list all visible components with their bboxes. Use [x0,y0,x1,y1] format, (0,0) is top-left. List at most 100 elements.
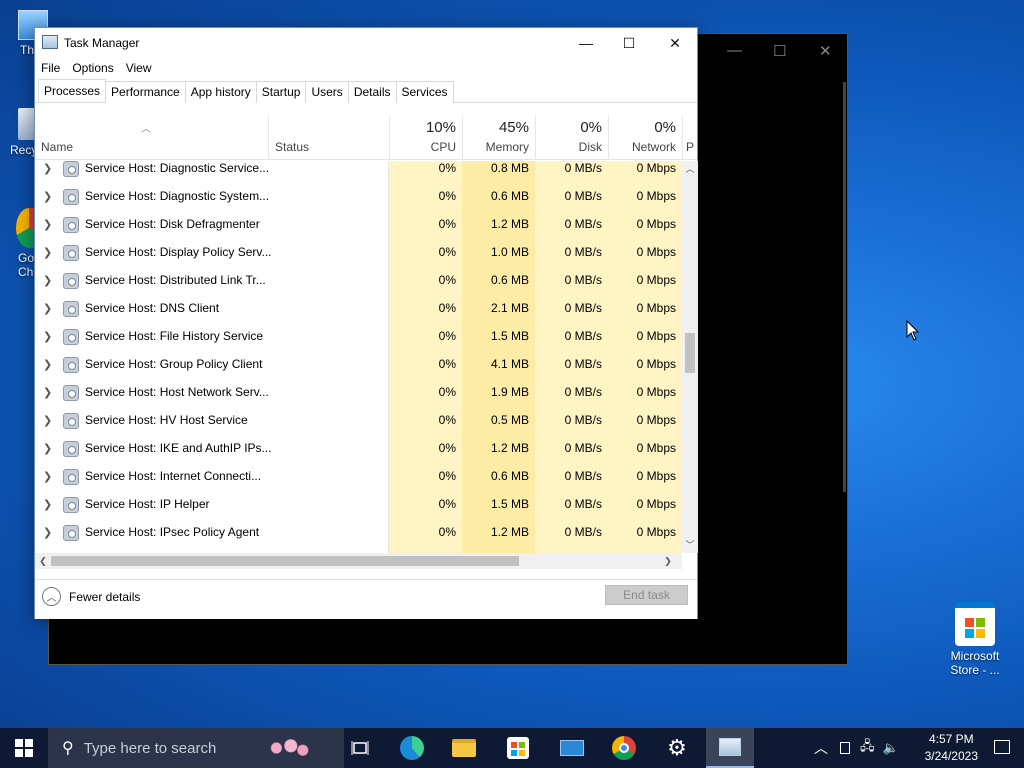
column-power[interactable]: P [682,116,698,160]
process-row[interactable]: ❯ Service Host: Distributed Link Tr... 0% 0… [35,267,682,295]
chevron-right-icon[interactable]: ❯ [43,330,52,343]
vertical-scrollbar[interactable]: ︿ ﹀ [682,161,698,553]
memory-cell: 1.2 MB [490,217,529,231]
process-row[interactable]: ❯ Service Host: File History Service 0% 1.5… [35,323,682,351]
microsoft-store-icon [955,602,995,646]
task-manager-icon [719,738,741,756]
store-button[interactable] [494,728,542,768]
cpu-cell: 0% [438,413,456,427]
task-manager-taskbar-button[interactable] [706,728,754,768]
chrome-button[interactable] [600,728,648,768]
minimize-icon[interactable]: — [727,42,742,59]
minimize-button[interactable]: — [563,28,609,58]
tab-users[interactable]: Users [305,81,349,103]
chevron-right-icon[interactable]: ❯ [43,414,52,427]
column-cpu[interactable]: 10% CPU [389,116,462,160]
process-row[interactable]: ❯ Service Host: IP Helper 0% 1.5 MB 0 MB/s 0 … [35,491,682,519]
desktop-icon-microsoft-store[interactable]: Microsoft Store - ... [940,602,1010,677]
fewer-details-label: Fewer details [69,589,141,604]
menu-options[interactable]: Options [66,58,119,78]
tab-performance[interactable]: Performance [105,81,186,103]
memory-cell: 1.2 MB [490,441,529,455]
scroll-left-icon[interactable]: ❮ [35,553,51,569]
memory-cell: 1.2 MB [490,525,529,539]
network-icon[interactable]: 🖧 [860,737,875,759]
scroll-down-icon[interactable]: ﹀ [682,537,698,553]
column-disk[interactable]: 0% Disk [535,116,608,160]
chevron-right-icon[interactable]: ❯ [43,442,52,455]
column-network[interactable]: 0% Network [608,116,682,160]
process-row[interactable]: ❯ Service Host: Host Network Serv... 0% 1.9… [35,379,682,407]
chevron-right-icon[interactable]: ❯ [43,358,52,371]
title-bar[interactable]: Task Manager — ☐ ✕ [35,28,697,58]
chevron-right-icon[interactable]: ❯ [43,274,52,287]
process-row[interactable]: ❯ Service Host: Display Policy Serv... 0% 1… [35,239,682,267]
tab-details[interactable]: Details [347,81,397,103]
tab-services[interactable]: Services [395,81,454,103]
process-row[interactable]: ❯ Service Host: Disk Defragmenter 0% 1.2 MB… [35,211,682,239]
process-row[interactable]: ❯ Service Host: Diagnostic System... 0% 0.6… [35,183,682,211]
horizontal-scrollbar[interactable]: ❮ ❯ [35,553,682,569]
search-highlight-icon [262,737,310,759]
column-name[interactable]: ︿ Name [35,116,268,160]
end-task-button[interactable]: End task [605,585,688,605]
mail-button[interactable] [548,728,596,768]
chevron-right-icon[interactable]: ❯ [43,218,52,231]
chevron-right-icon[interactable]: ❯ [43,162,52,175]
taskbar-search-box[interactable]: ⚲ Type here to search [48,728,344,768]
edge-button[interactable] [388,728,436,768]
scrollbar[interactable] [843,82,846,492]
process-row[interactable]: ❯ Service Host: Group Policy Client 0% 4.1 … [35,351,682,379]
tab-processes[interactable]: Processes [38,79,107,102]
menu-file[interactable]: File [35,58,66,78]
desktop-icon-label: Go Ch [18,251,35,279]
chevron-up-icon[interactable]: ︿ [814,738,828,758]
task-view-button[interactable] [336,728,384,768]
fewer-details-button[interactable]: ︿ Fewer details [42,587,140,606]
column-memory[interactable]: 45% Memory [462,116,535,160]
scroll-up-icon[interactable]: ︿ [682,161,698,177]
file-explorer-button[interactable] [440,728,488,768]
chevron-right-icon[interactable]: ❯ [43,526,52,539]
settings-button[interactable]: ⚙ [653,728,701,768]
cpu-total: 10% [425,119,456,136]
volume-muted-icon[interactable]: 🔈 [883,740,899,756]
chevron-right-icon[interactable]: ❯ [43,246,52,259]
clock[interactable]: 4:57 PM 3/24/2023 [925,731,978,765]
close-icon[interactable]: ✕ [819,42,832,60]
column-cpu-label: CPU [430,140,456,154]
service-icon [63,217,79,233]
close-button[interactable]: ✕ [652,28,698,58]
system-tray: ︿ 🖧 🔈 [814,728,899,768]
process-name: Service Host: HV Host Service [85,413,248,427]
chevron-right-icon[interactable]: ❯ [43,470,52,483]
cpu-cell: 0% [438,245,456,259]
process-row[interactable]: ❯ Service Host: Internet Connecti... 0% 0.6… [35,463,682,491]
tablet-icon[interactable] [840,742,850,754]
scroll-right-icon[interactable]: ❯ [660,553,676,569]
scroll-thumb[interactable] [685,333,695,373]
start-button[interactable] [0,728,48,768]
process-row[interactable]: ❯ Service Host: HV Host Service 0% 0.5 MB 0 … [35,407,682,435]
network-cell: 0 Mbps [636,497,676,511]
process-row[interactable]: ❯ Service Host: Diagnostic Service... 0% 0.… [35,161,682,183]
column-status[interactable]: Status [268,116,389,160]
tab-app-history[interactable]: App history [184,81,257,103]
maximize-button[interactable]: ☐ [606,28,652,58]
windows-logo-icon [15,739,33,757]
scroll-thumb[interactable] [51,556,519,566]
process-row[interactable]: ❯ Service Host: IPsec Policy Agent 0% 1.2 M… [35,519,682,547]
chevron-right-icon[interactable]: ❯ [43,498,52,511]
chevron-right-icon[interactable]: ❯ [43,386,52,399]
clock-date: 3/24/2023 [924,749,978,763]
chevron-right-icon[interactable]: ❯ [43,190,52,203]
process-row[interactable]: ❯ Service Host: DNS Client 0% 2.1 MB 0 MB/s 0… [35,295,682,323]
process-name: Service Host: Diagnostic Service... [85,161,270,175]
maximize-icon[interactable]: ☐ [773,42,786,60]
notification-icon[interactable] [994,740,1010,754]
process-row[interactable]: ❯ Service Host: IKE and AuthIP IPs... 0% 1.… [35,435,682,463]
chevron-right-icon[interactable]: ❯ [43,302,52,315]
tab-startup[interactable]: Startup [255,81,307,103]
menu-view[interactable]: View [120,58,158,78]
network-cell: 0 Mbps [636,441,676,455]
